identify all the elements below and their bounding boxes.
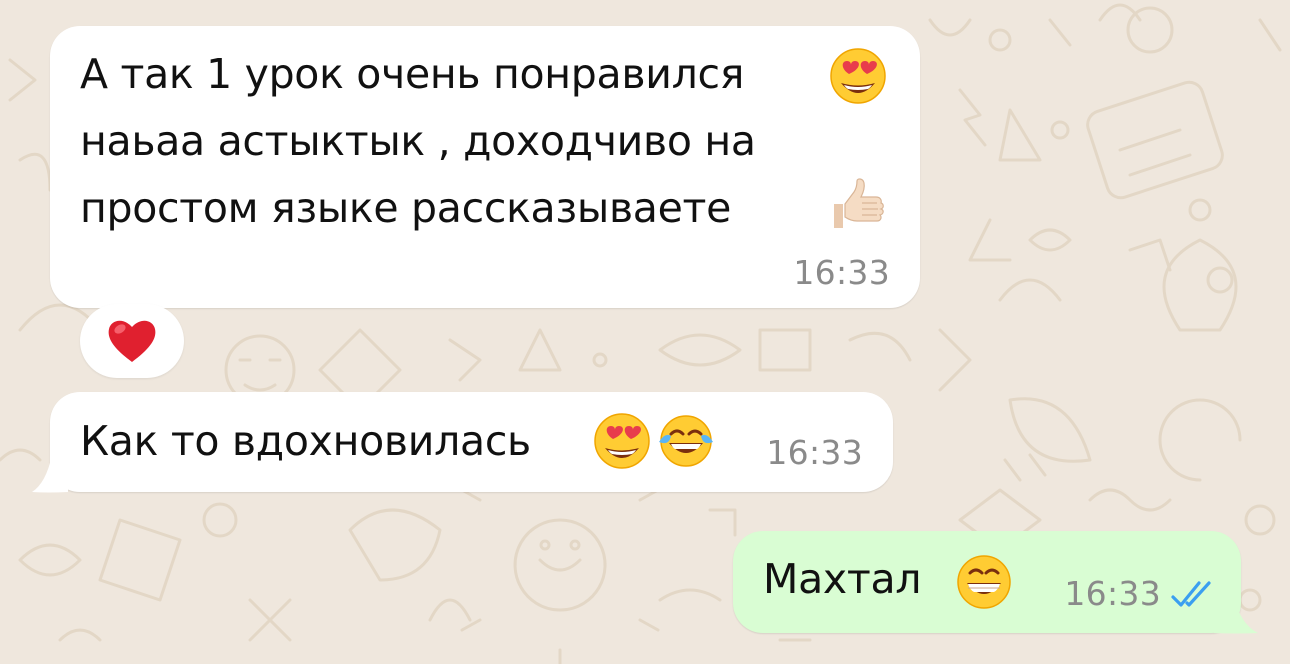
grinning-emoji-icon bbox=[957, 555, 1011, 609]
message-timestamp: 16:33 bbox=[1064, 574, 1161, 613]
message-timestamp: 16:33 bbox=[793, 253, 890, 292]
message-text: А так 1 урок очень понравился наьаа асты… bbox=[80, 50, 756, 232]
heart-reaction-icon bbox=[108, 320, 156, 362]
incoming-message-bubble[interactable]: А так 1 урок очень понравился наьаа асты… bbox=[50, 26, 920, 308]
double-check-icon bbox=[1171, 581, 1211, 607]
message-text: Как то вдохновилась bbox=[80, 417, 531, 465]
tears-of-joy-emoji-icon bbox=[659, 415, 713, 467]
bubble-tail bbox=[1214, 596, 1258, 634]
message-reaction[interactable] bbox=[80, 304, 184, 378]
heart-eyes-emoji-icon bbox=[830, 48, 886, 104]
incoming-message-bubble[interactable]: Как то вдохновилась 16:33 bbox=[50, 392, 893, 492]
outgoing-message-bubble[interactable]: Махтал 16:33 bbox=[733, 531, 1241, 633]
bubble-tail bbox=[32, 455, 68, 493]
message-timestamp: 16:33 bbox=[766, 433, 863, 472]
heart-eyes-emoji-icon bbox=[594, 413, 650, 469]
thumbs-up-emoji-icon bbox=[834, 178, 884, 228]
message-text: Махтал bbox=[763, 555, 922, 603]
